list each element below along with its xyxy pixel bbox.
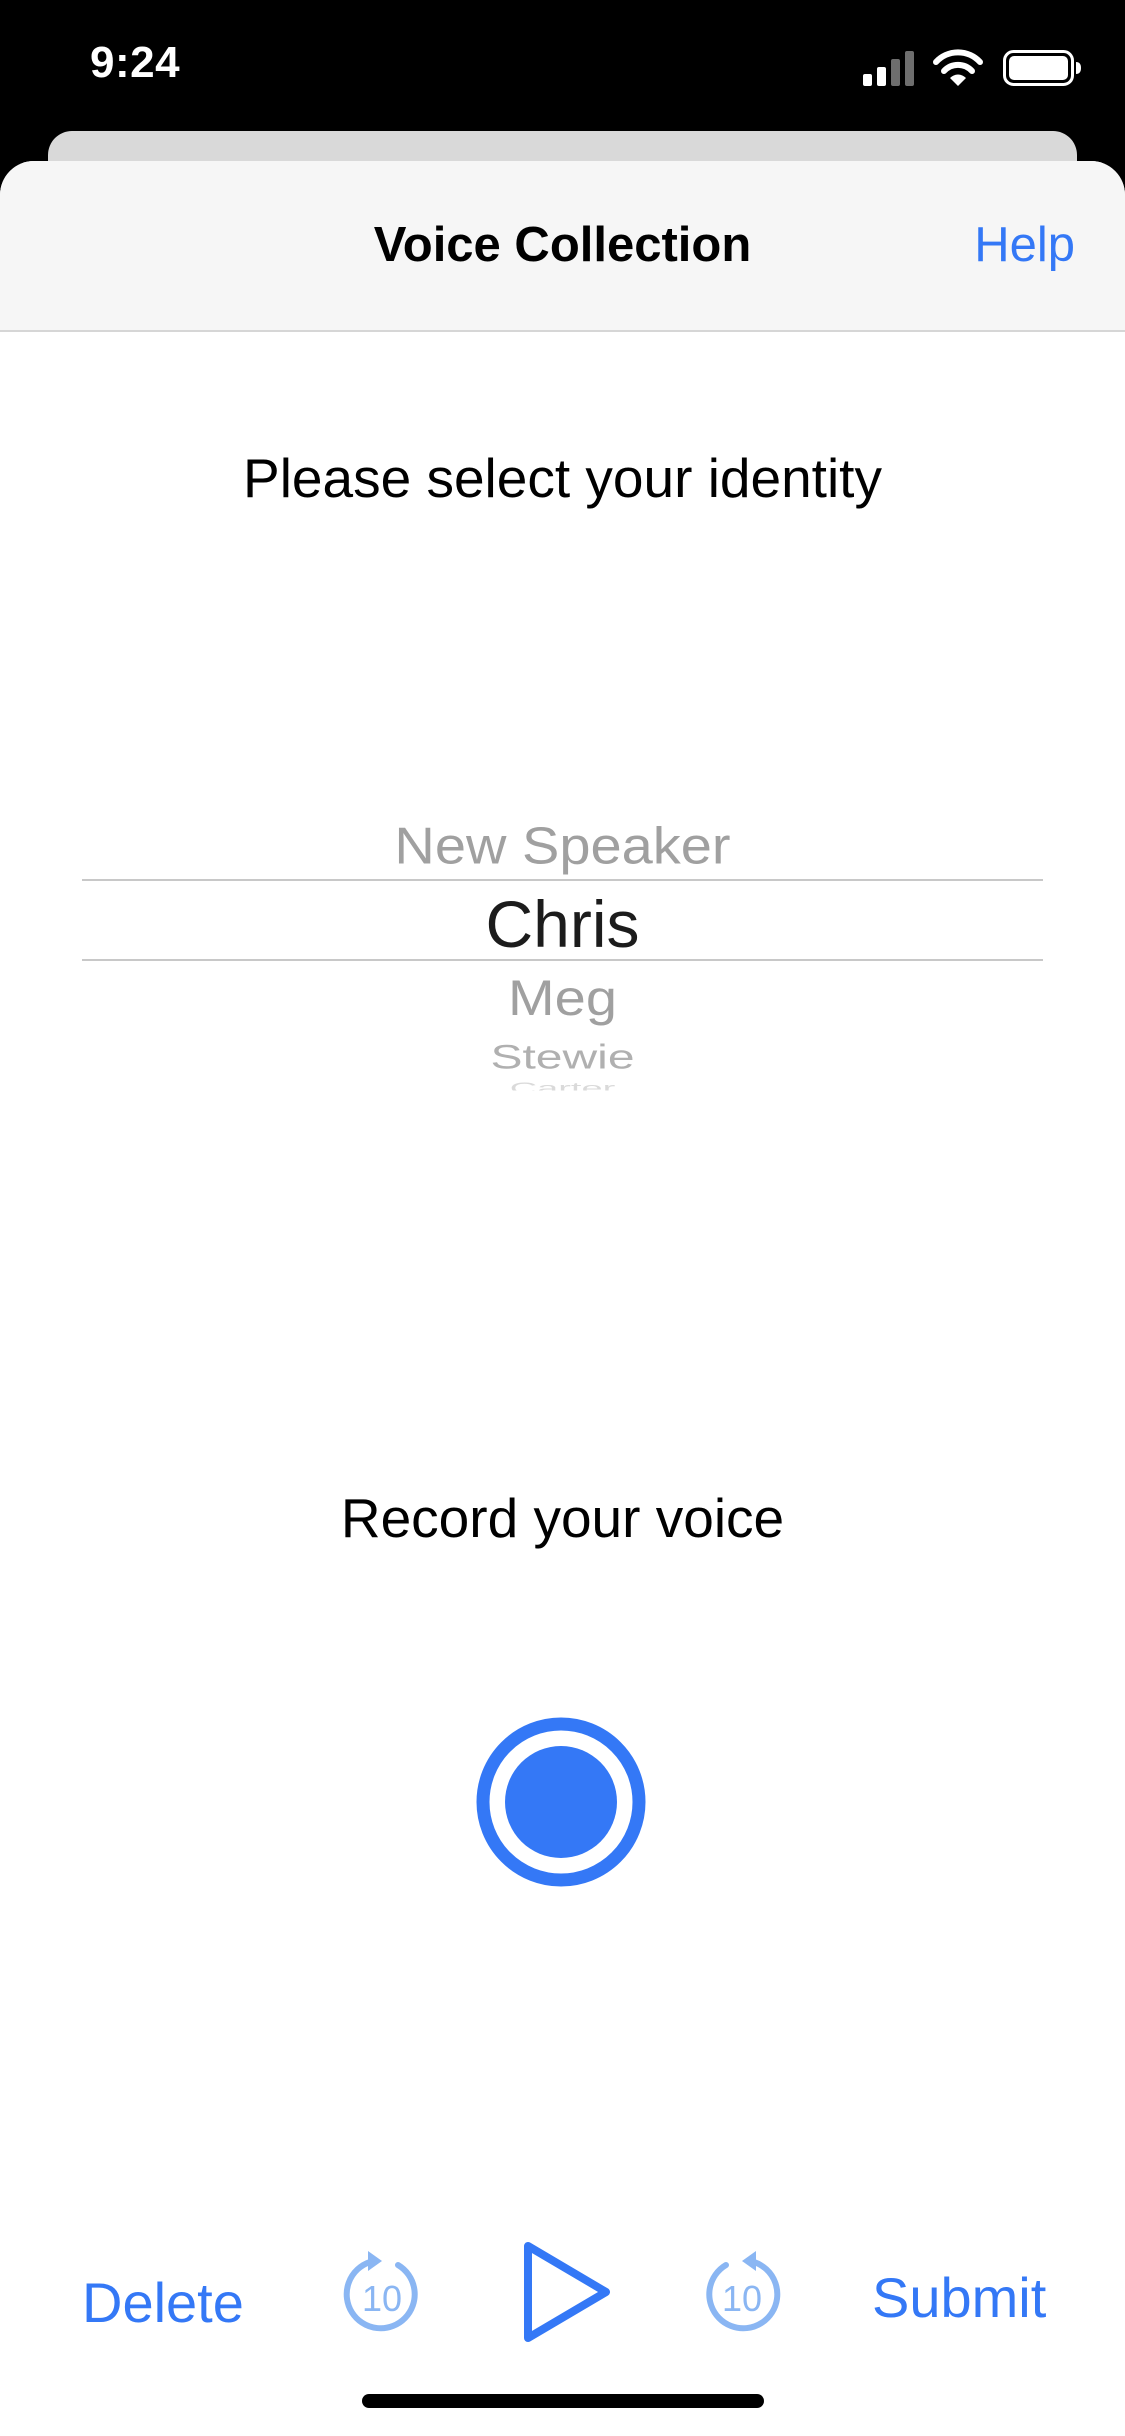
help-button[interactable]: Help bbox=[974, 217, 1075, 273]
playback-controls: Delete 10 10 Submit bbox=[0, 2201, 1125, 2361]
rewind-10-button[interactable]: 10 bbox=[332, 2243, 432, 2343]
record-button[interactable] bbox=[475, 1716, 647, 1888]
picker-option[interactable]: Stewie bbox=[82, 1038, 1043, 1078]
identity-picker[interactable]: New Speaker Chris Meg Stewie Carter bbox=[82, 641, 1043, 1121]
navigation-bar: Voice Collection Help bbox=[0, 161, 1125, 332]
picker-selection-top-line bbox=[82, 879, 1043, 881]
modal-sheet: Voice Collection Help Please select your… bbox=[0, 161, 1125, 2436]
battery-icon bbox=[1003, 50, 1081, 86]
status-time: 9:24 bbox=[90, 38, 181, 87]
identity-prompt: Please select your identity bbox=[243, 447, 882, 509]
status-bar: 9:24 bbox=[0, 0, 1125, 140]
status-icons bbox=[863, 49, 1081, 86]
forward-10-button[interactable]: 10 bbox=[692, 2243, 792, 2343]
wifi-icon bbox=[933, 49, 983, 86]
signal-icon bbox=[863, 51, 914, 86]
nav-title: Voice Collection bbox=[373, 218, 752, 272]
play-button[interactable] bbox=[518, 2238, 618, 2348]
submit-button[interactable]: Submit bbox=[872, 2265, 1046, 2330]
home-indicator bbox=[362, 2394, 764, 2408]
picker-option-selected[interactable]: Chris bbox=[82, 886, 1043, 962]
record-prompt: Record your voice bbox=[340, 1487, 785, 1549]
picker-option[interactable]: Meg bbox=[82, 968, 1043, 1027]
delete-button[interactable]: Delete bbox=[82, 2270, 244, 2335]
picker-option[interactable]: New Speaker bbox=[82, 816, 1043, 876]
picker-option[interactable]: Carter bbox=[82, 1080, 1043, 1091]
rewind-seconds-label: 10 bbox=[362, 2278, 402, 2319]
forward-seconds-label: 10 bbox=[722, 2278, 762, 2319]
